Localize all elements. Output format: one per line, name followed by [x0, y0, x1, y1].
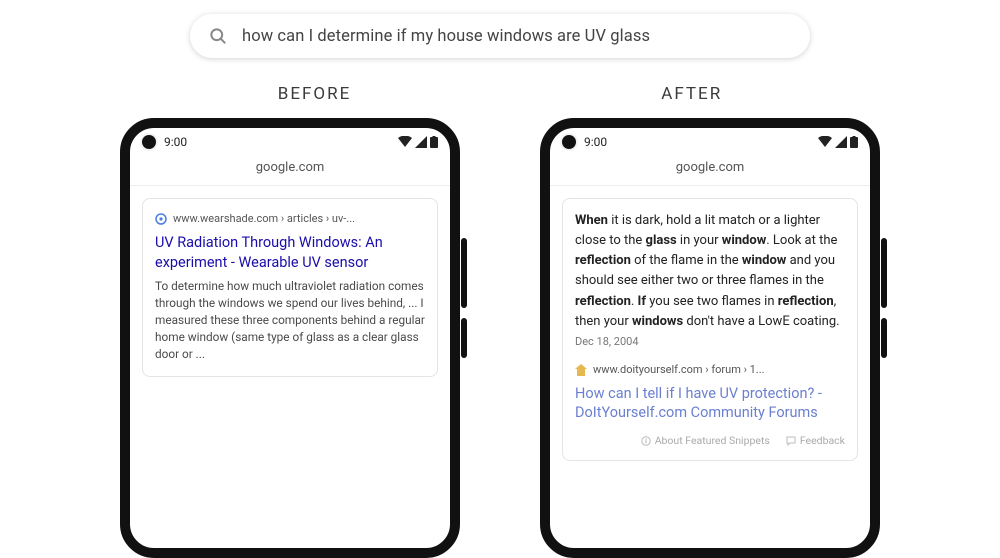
- side-button: [461, 318, 467, 358]
- card-footer: About Featured Snippets Feedback: [575, 433, 845, 448]
- search-bar[interactable]: how can I determine if my house windows …: [190, 14, 810, 58]
- breadcrumb-text: www.wearshade.com › articles › uv-...: [173, 211, 355, 227]
- status-bar: 9:00: [130, 128, 450, 156]
- result-title-link[interactable]: How can I tell if I have UV protection? …: [575, 384, 845, 423]
- result-snippet: To determine how much ultraviolet radiat…: [155, 278, 425, 363]
- battery-icon: [430, 136, 438, 148]
- phone-row: 9:00 google.com www.wearshade.com › arti…: [0, 118, 1000, 498]
- status-icons: [398, 136, 438, 148]
- status-icons: [818, 136, 858, 148]
- info-icon: [641, 436, 651, 446]
- wifi-icon: [818, 136, 832, 148]
- signal-icon: [415, 136, 427, 148]
- comparison-labels: BEFORE AFTER: [0, 84, 1000, 104]
- side-button: [881, 318, 887, 358]
- phone-frame: 9:00 google.com When it is dark, hold a …: [540, 118, 880, 558]
- side-button: [461, 238, 467, 308]
- phone-after: 9:00 google.com When it is dark, hold a …: [520, 118, 900, 498]
- wifi-icon: [398, 136, 412, 148]
- status-time: 9:00: [584, 135, 607, 149]
- camera-hole: [142, 135, 156, 149]
- favicon-icon: [155, 213, 167, 225]
- status-time: 9:00: [164, 135, 187, 149]
- result-title-link[interactable]: UV Radiation Through Windows: An experim…: [155, 233, 425, 272]
- url-bar: google.com: [130, 156, 450, 186]
- search-icon: [208, 26, 228, 46]
- favicon-icon: [575, 364, 587, 376]
- feedback-icon: [786, 436, 796, 446]
- feedback-link[interactable]: Feedback: [786, 433, 845, 448]
- side-button: [881, 238, 887, 308]
- search-result-card[interactable]: www.wearshade.com › articles › uv-... UV…: [142, 198, 438, 377]
- featured-snippet-text: When it is dark, hold a lit match or a l…: [575, 211, 845, 352]
- search-query-text: how can I determine if my house windows …: [242, 27, 650, 46]
- phone-frame: 9:00 google.com www.wearshade.com › arti…: [120, 118, 460, 558]
- breadcrumb: www.doityourself.com › forum › 1...: [575, 362, 845, 378]
- breadcrumb-text: www.doityourself.com › forum › 1...: [593, 362, 765, 378]
- battery-icon: [850, 136, 858, 148]
- url-bar: google.com: [550, 156, 870, 186]
- featured-snippet-card[interactable]: When it is dark, hold a lit match or a l…: [562, 198, 858, 461]
- after-label: AFTER: [661, 84, 722, 104]
- before-label: BEFORE: [278, 84, 351, 104]
- status-bar: 9:00: [550, 128, 870, 156]
- phone-before: 9:00 google.com www.wearshade.com › arti…: [100, 118, 480, 498]
- signal-icon: [835, 136, 847, 148]
- camera-hole: [562, 135, 576, 149]
- about-featured-link[interactable]: About Featured Snippets: [641, 433, 770, 448]
- breadcrumb: www.wearshade.com › articles › uv-...: [155, 211, 425, 227]
